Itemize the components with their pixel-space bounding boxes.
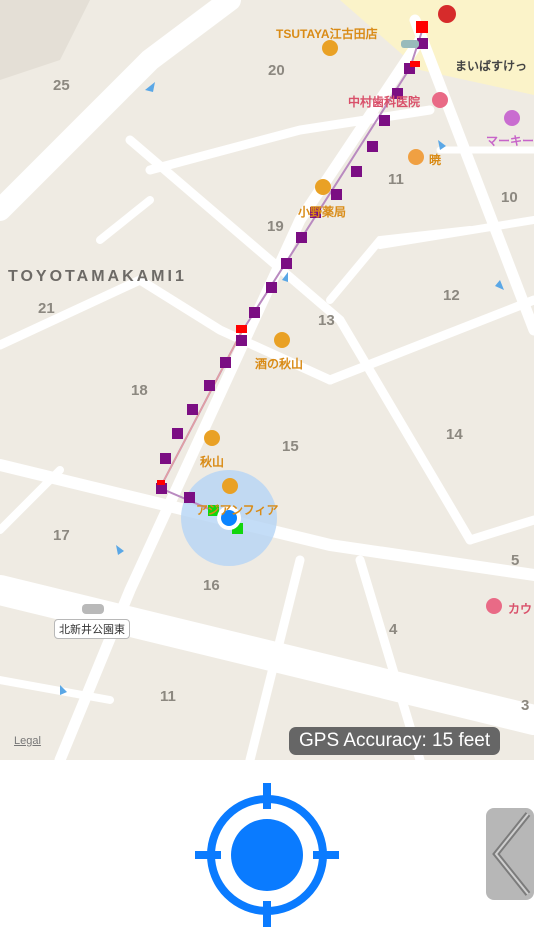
area-name: TOYOTAMAKAMI1 xyxy=(8,268,187,285)
map-canvas xyxy=(0,0,534,760)
block-number: 14 xyxy=(446,426,463,443)
block-number: 21 xyxy=(38,300,55,317)
back-button[interactable] xyxy=(486,808,534,900)
block-number: 20 xyxy=(268,62,285,79)
poi-label-sake[interactable]: 酒の秋山 xyxy=(255,355,303,372)
block-number: 25 xyxy=(53,77,70,94)
block-number: 19 xyxy=(267,218,284,235)
poi-label-asia[interactable]: アジアンフィア xyxy=(196,501,278,518)
gps-accuracy-badge: GPS Accuracy: 15 feet xyxy=(289,727,501,755)
poi-label-pharmacy[interactable]: 小野薬局 xyxy=(298,203,346,220)
block-number: 4 xyxy=(389,621,398,638)
block-number: 5 xyxy=(511,552,520,569)
block-number: 15 xyxy=(282,438,299,455)
block-number: 18 xyxy=(131,382,148,399)
poi-label-kau[interactable]: カウ xyxy=(508,600,532,617)
poi-label-akatsuki[interactable]: 暁 xyxy=(429,151,441,168)
chevron-left-icon xyxy=(486,808,534,900)
station-label[interactable]: 北新井公園東 xyxy=(54,619,130,639)
block-number: 10 xyxy=(501,189,518,206)
poi-label-maibasuke[interactable]: まいばすけっ xyxy=(455,57,527,74)
block-number: 17 xyxy=(53,527,70,544)
block-number: 11 xyxy=(160,688,176,705)
block-number: 13 xyxy=(318,312,335,329)
block-number: 16 xyxy=(203,577,220,594)
block-number: 12 xyxy=(443,287,460,304)
locate-me-button[interactable] xyxy=(195,783,339,927)
block-number: 11 xyxy=(388,171,404,188)
legal-link[interactable]: Legal xyxy=(14,735,41,747)
map-view[interactable]: 25 20 11 10 19 21 12 13 18 15 14 17 16 5… xyxy=(0,0,534,760)
block-number: 3 xyxy=(521,697,530,714)
poi-label-tsutaya[interactable]: TSUTAYA江古田店 xyxy=(276,25,378,42)
poi-label-marky[interactable]: マーキー xyxy=(486,132,534,149)
poi-label-nakamura[interactable]: 中村歯科医院 xyxy=(348,93,420,110)
poi-label-akiyama[interactable]: 秋山 xyxy=(200,453,224,470)
crosshair-icon xyxy=(195,783,339,927)
